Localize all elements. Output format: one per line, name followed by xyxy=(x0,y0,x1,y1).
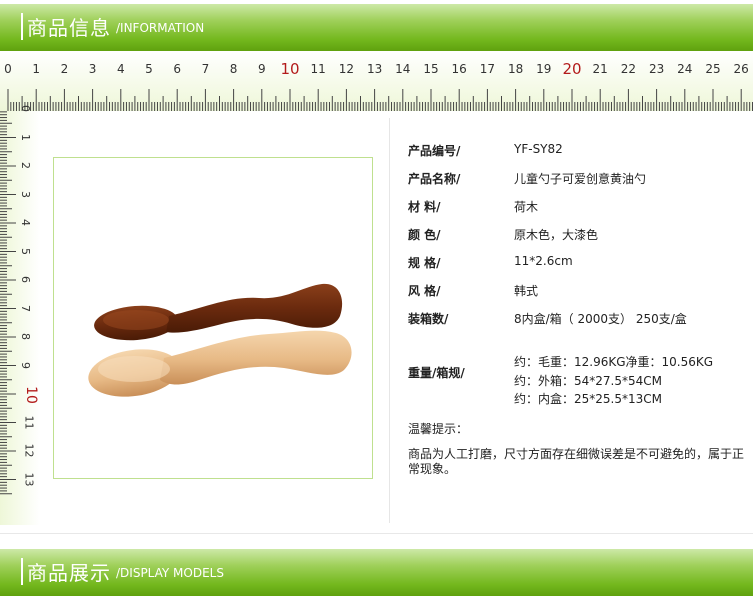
spec-label: 风 格/ xyxy=(408,284,441,298)
weight-line: 约：外箱：54*27.5*54CM xyxy=(514,374,662,388)
spec-value: 11*2.6cm xyxy=(514,254,573,268)
ruler-label: 6 xyxy=(173,62,182,76)
spec-value: 韩式 xyxy=(514,284,539,298)
ruler-label: 19 xyxy=(536,62,552,76)
left-ruler-ticks xyxy=(0,111,16,495)
ruler-label: 13 xyxy=(22,472,36,486)
product-photo xyxy=(53,157,373,479)
banner-accent-bar xyxy=(21,558,23,585)
ruler-label: 11 xyxy=(22,415,36,429)
spec-value: 8内盒/箱（ 2000支） 250支/盒 xyxy=(514,312,687,326)
ruler-label: 26 xyxy=(733,62,749,76)
ruler-label: 23 xyxy=(648,62,665,76)
banner-accent-bar xyxy=(21,13,23,40)
note-title: 温馨提示： xyxy=(408,422,469,436)
ruler-label: 21 xyxy=(592,62,608,76)
spec-label: 材 料/ xyxy=(408,200,441,214)
note-body: 商品为人工打磨，尺寸方面存在细微误差是不可避免的，属于正常现象。 xyxy=(408,447,745,476)
ruler-label: 13 xyxy=(366,62,383,76)
spec-label: 产品名称/ xyxy=(408,172,461,186)
ruler-label: 24 xyxy=(677,62,693,76)
ruler-label: 2 xyxy=(60,62,69,76)
ruler-label: 4 xyxy=(19,219,32,226)
spec-value: 儿童勺子可爱创意黄油勺 xyxy=(514,172,647,186)
weight-line: 约：毛重：12.96KG净重：10.56KG xyxy=(514,355,714,369)
ruler-label: 11 xyxy=(310,62,326,76)
ruler-label: 3 xyxy=(88,62,97,76)
ruler-label: 22 xyxy=(620,62,637,76)
ruler-label: 10 xyxy=(280,60,300,78)
section-title-cn: 商品信息 xyxy=(27,16,111,40)
column-divider xyxy=(389,118,390,523)
ruler-label: 18 xyxy=(507,62,524,76)
ruler-label: 0 xyxy=(19,105,32,112)
ruler-label: 5 xyxy=(145,62,153,76)
ruler-label: 12 xyxy=(22,443,36,458)
ruler-label: 7 xyxy=(19,304,32,312)
ruler-label: 7 xyxy=(201,62,210,76)
weight-line: 约：内盒：25*25.5*13CM xyxy=(514,392,662,406)
left-ruler xyxy=(0,111,40,525)
ruler-label: 2 xyxy=(19,162,32,169)
section-title-cn: 商品展示 xyxy=(27,561,111,585)
spec-label: 颜 色/ xyxy=(408,228,441,242)
spec-label: 装箱数/ xyxy=(408,312,449,326)
spec-value: YF-SY82 xyxy=(514,142,563,156)
ruler-label: 1 xyxy=(19,133,32,141)
wooden-spoons-illustration xyxy=(88,283,352,397)
ruler-label: 8 xyxy=(229,62,238,76)
ruler-label: 15 xyxy=(423,62,439,76)
ruler-label: 25 xyxy=(705,62,721,76)
ruler-label: 4 xyxy=(116,62,125,76)
ruler-label: 9 xyxy=(19,361,32,369)
ruler-label: 6 xyxy=(19,276,32,283)
light-spoon xyxy=(88,330,352,397)
ruler-label: 5 xyxy=(19,247,32,255)
spec-label: 重量/箱规/ xyxy=(408,366,465,380)
top-ruler-ticks xyxy=(7,89,753,111)
ruler-label: 20 xyxy=(562,60,582,78)
ruler-label: 10 xyxy=(22,386,39,404)
display-models-banner: 商品展示 /DISPLAY MODELS xyxy=(0,549,753,596)
spec-value: 原木色，大漆色 xyxy=(514,228,599,242)
ruler-label: 0 xyxy=(4,62,12,76)
ruler-label: 8 xyxy=(19,333,32,340)
section-title-en: /DISPLAY MODELS xyxy=(116,566,224,580)
ruler-label: 1 xyxy=(32,62,41,76)
spec-label: 规 格/ xyxy=(408,256,441,270)
spec-label: 产品编号/ xyxy=(408,144,461,158)
section-divider xyxy=(0,533,753,534)
information-banner: 商品信息 /INFORMATION xyxy=(0,4,753,51)
ruler-label: 12 xyxy=(338,62,355,76)
section-title-en: /INFORMATION xyxy=(116,21,205,35)
ruler-label: 16 xyxy=(451,62,467,76)
ruler-label: 17 xyxy=(479,62,496,76)
ruler-label: 9 xyxy=(257,62,266,76)
top-ruler xyxy=(0,51,753,111)
spec-value: 荷木 xyxy=(514,200,539,214)
ruler-label: 3 xyxy=(19,190,32,198)
ruler-label: 14 xyxy=(395,62,411,76)
